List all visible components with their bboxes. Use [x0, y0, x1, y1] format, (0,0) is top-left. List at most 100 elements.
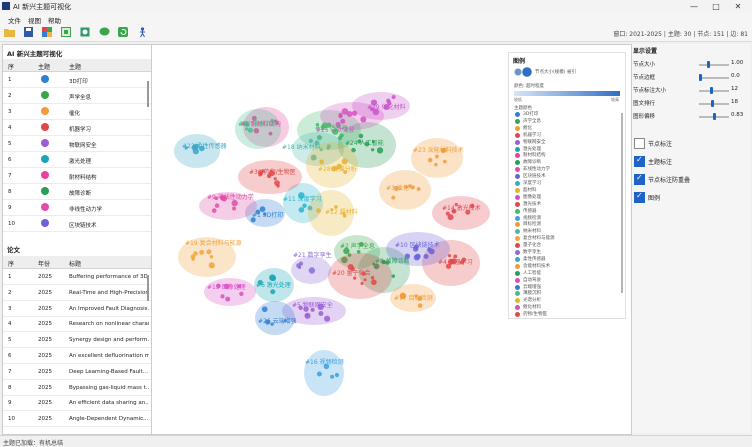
graph-node[interactable]	[225, 296, 231, 302]
topic-row[interactable]: 10 区块链技术	[3, 216, 151, 232]
legend-item[interactable]: 药物/生物医	[515, 311, 623, 318]
topic-row[interactable]: 9 非线性动力学	[3, 200, 151, 216]
col-topic[interactable]: 主题	[69, 62, 81, 71]
setting-checkbox-row[interactable]: 主题标注	[634, 155, 744, 168]
graph-node[interactable]	[434, 162, 438, 167]
graph-node[interactable]	[341, 108, 349, 115]
col-color[interactable]: 主题	[38, 62, 50, 71]
cluster-group[interactable]	[174, 134, 220, 168]
col-title[interactable]: 标题	[69, 259, 81, 268]
graph-node[interactable]	[199, 249, 205, 255]
graph-node[interactable]	[334, 372, 340, 378]
paper-row[interactable]: 10 2025 Angle-Dependent Dynamic...	[3, 411, 151, 428]
open-folder-icon[interactable]	[4, 27, 15, 37]
layout-icon[interactable]	[61, 27, 72, 37]
graph-node[interactable]	[370, 148, 375, 152]
comment-icon[interactable]	[99, 27, 110, 37]
col-year[interactable]: 年份	[38, 259, 50, 268]
slider-handle[interactable]	[699, 74, 702, 81]
refresh-icon[interactable]	[118, 27, 129, 37]
graph-node[interactable]	[423, 253, 429, 259]
graph-node[interactable]	[276, 184, 280, 188]
graph-node[interactable]	[363, 278, 367, 282]
paper-row[interactable]: 9 2025 An efficient data sharing an...	[3, 395, 151, 412]
graph-node[interactable]	[302, 203, 307, 208]
graph-node[interactable]	[318, 311, 324, 317]
paper-row[interactable]: 2 2025 Real-Time and High-Precision...	[3, 285, 151, 301]
slider-track[interactable]	[699, 90, 729, 92]
topic-row[interactable]: 5 物联网安全	[3, 136, 151, 152]
graph-node[interactable]	[298, 207, 305, 213]
topic-row[interactable]: 2 声学全息	[3, 88, 151, 104]
graph-node[interactable]	[428, 248, 435, 255]
graph-node[interactable]	[391, 274, 396, 278]
graph-node[interactable]	[376, 147, 384, 154]
graph-node[interactable]	[247, 127, 253, 133]
graph-node[interactable]	[297, 265, 302, 269]
close-button[interactable]: ✕	[728, 1, 748, 12]
palette-icon[interactable]	[42, 27, 53, 37]
maximize-button[interactable]: □	[706, 1, 726, 12]
setting-checkbox-row[interactable]: 节点标注	[634, 138, 744, 150]
paper-row[interactable]: 4 2025 Research on nonlinear charac...	[3, 316, 151, 333]
graph-node[interactable]	[413, 254, 420, 261]
minimize-button[interactable]: —	[684, 1, 704, 12]
topic-row[interactable]: 8 故障诊断	[3, 184, 151, 200]
paper-row[interactable]: 5 2025 Synergy design and perform...	[3, 332, 151, 349]
graph-node[interactable]	[442, 159, 447, 164]
graph-node[interactable]	[410, 185, 415, 190]
graph-node[interactable]	[239, 291, 244, 296]
graph-node[interactable]	[445, 211, 450, 216]
graph-node[interactable]	[308, 267, 316, 274]
topic-graph-canvas[interactable]: #1 3D打印 #2 声学全息 #3 催化 #4 机器学习 #5 物联网安全 #6 激光处…	[151, 44, 632, 435]
col-index[interactable]: 序	[8, 259, 14, 268]
checkbox[interactable]	[634, 173, 645, 185]
graph-node[interactable]	[370, 275, 375, 280]
paper-row[interactable]: 6 2025 An excellent defluorination m...	[3, 348, 151, 364]
topic-row[interactable]: 7 耐材料结构	[3, 168, 151, 184]
graph-node[interactable]	[220, 294, 225, 299]
setting-checkbox-row[interactable]: 节点标注防重叠	[634, 173, 744, 186]
graph-node[interactable]	[304, 312, 311, 319]
paper-row[interactable]: 7 2025 Deep Learning-Based Fault...	[3, 364, 151, 380]
graph-node[interactable]	[417, 303, 423, 308]
topic-row[interactable]: 4 机器学习	[3, 120, 151, 136]
paper-row[interactable]: 3 2025 An Improved Fault Diagnosis...	[3, 301, 151, 317]
graph-node[interactable]	[232, 206, 237, 211]
graph-node[interactable]	[391, 195, 396, 200]
papers-scrollbar[interactable]	[147, 275, 149, 301]
slider-handle[interactable]	[711, 100, 715, 107]
graph-node[interactable]	[298, 261, 304, 266]
legend-scrollbar[interactable]	[621, 113, 623, 293]
graph-node[interactable]	[330, 374, 335, 379]
graph-node[interactable]	[338, 114, 343, 119]
save-icon[interactable]	[23, 27, 34, 37]
slider-handle[interactable]	[712, 113, 716, 120]
graph-node[interactable]	[427, 157, 433, 163]
graph-node[interactable]	[211, 208, 217, 213]
setting-checkbox-row[interactable]: 图例	[634, 191, 744, 204]
topic-row[interactable]: 6 激光处理	[3, 152, 151, 168]
checkbox[interactable]	[634, 191, 645, 203]
slider-track[interactable]	[699, 77, 729, 79]
col-index[interactable]: 序	[8, 62, 14, 71]
graph-node[interactable]	[191, 257, 195, 261]
graph-node[interactable]	[371, 279, 377, 286]
graph-node[interactable]	[416, 187, 421, 191]
paper-row[interactable]: 1 2025 Buffering performance of 3D...	[3, 269, 151, 285]
graph-node[interactable]	[273, 177, 277, 181]
topics-scrollbar[interactable]	[147, 81, 149, 107]
cluster-group[interactable]	[235, 109, 281, 149]
slider-handle[interactable]	[709, 87, 713, 94]
graph-node[interactable]	[316, 208, 321, 213]
slider-handle[interactable]	[707, 61, 711, 68]
topic-row[interactable]: 3 催化	[3, 104, 151, 120]
graph-node[interactable]	[360, 281, 364, 285]
checkbox[interactable]	[634, 138, 645, 149]
graph-icon[interactable]	[80, 27, 91, 37]
graph-node[interactable]	[261, 306, 268, 313]
graph-node[interactable]	[324, 315, 331, 322]
checkbox[interactable]	[634, 155, 645, 167]
graph-node[interactable]	[316, 371, 322, 377]
graph-node[interactable]	[270, 289, 276, 295]
